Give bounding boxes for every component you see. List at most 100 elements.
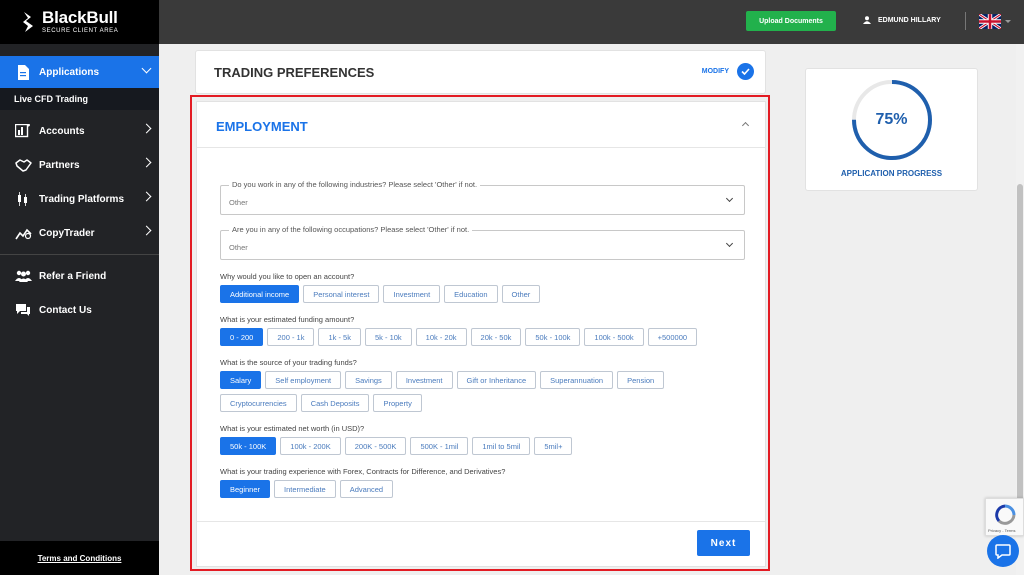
reason-options: Additional income Personal interest Invest… (220, 285, 544, 303)
topbar-divider (965, 12, 966, 30)
employment-title: EMPLOYMENT (216, 119, 308, 134)
funding-option[interactable]: 10k - 20k (415, 328, 467, 346)
funding-option[interactable]: 1k - 5k (318, 328, 361, 346)
source-option[interactable]: Gift or Inheritance (456, 371, 537, 389)
recaptcha-terms[interactable]: Privacy - Terms (988, 528, 1015, 533)
chevron-right-icon (141, 191, 152, 202)
funding-option[interactable]: 0 - 200 (220, 328, 264, 346)
source-option[interactable]: Property (373, 394, 422, 412)
recaptcha-icon (995, 504, 1016, 525)
accounts-icon (14, 122, 32, 140)
uk-flag-icon[interactable] (979, 14, 1001, 29)
candlestick-icon (14, 190, 32, 208)
net-worth-option[interactable]: 100k - 200K (280, 437, 341, 455)
reason-option[interactable]: Investment (383, 285, 441, 303)
handshake-icon (14, 156, 32, 174)
source-option[interactable]: Superannuation (540, 371, 614, 389)
sidebar-item-refer-a-friend[interactable]: Refer a Friend (0, 259, 159, 293)
sidebar-item-partners[interactable]: Partners (0, 148, 159, 182)
net-worth-option[interactable]: 1mil to 5mil (472, 437, 531, 455)
sidebar-item-label: Refer a Friend (39, 270, 107, 282)
funding-option[interactable]: +500000 (647, 328, 698, 346)
reason-question: Why would you like to open an account? (220, 272, 355, 281)
language-caret-icon[interactable] (1005, 20, 1011, 23)
sidebar-item-label: Applications (39, 66, 100, 78)
chevron-down-icon (141, 63, 152, 74)
chevron-right-icon (141, 123, 152, 134)
page-scrollbar[interactable] (1016, 44, 1024, 575)
chevron-up-icon[interactable] (741, 121, 750, 130)
progress-label: APPLICATION PROGRESS (840, 169, 943, 178)
sidebar-item-copytrader[interactable]: CopyTrader (0, 216, 159, 250)
user-name: EDMUND HILLARY (878, 16, 941, 24)
employment-highlight: EMPLOYMENT Do you work in any of the fol… (190, 95, 770, 571)
industries-select[interactable]: Do you work in any of the following indu… (220, 180, 745, 215)
terms-and-conditions-link[interactable]: Terms and Conditions (38, 554, 122, 563)
reason-option[interactable]: Additional income (220, 285, 300, 303)
top-bar: Upload Documents EDMUND HILLARY (159, 0, 1024, 44)
source-option[interactable]: Cryptocurrencies (220, 394, 297, 412)
sidebar-item-trading-platforms[interactable]: Trading Platforms (0, 182, 159, 216)
source-option[interactable]: Cash Deposits (300, 394, 370, 412)
scrollbar-thumb[interactable] (1017, 184, 1023, 534)
sidebar-divider (0, 254, 159, 255)
trading-preferences-title: TRADING PREFERENCES (214, 65, 375, 80)
chevron-down-icon (725, 194, 734, 203)
sidebar-footer: Terms and Conditions (0, 541, 159, 575)
brand-name: BlackBull (42, 8, 118, 27)
source-option[interactable]: Savings (345, 371, 392, 389)
upload-documents-button[interactable]: Upload Documents (746, 11, 836, 31)
reason-option[interactable]: Other (501, 285, 541, 303)
source-option[interactable]: Salary (220, 371, 262, 389)
user-menu[interactable]: EDMUND HILLARY (863, 16, 941, 24)
experience-option[interactable]: Beginner (220, 480, 271, 498)
copytrader-icon (14, 224, 32, 242)
industries-value: Other (229, 198, 248, 207)
sidebar-item-accounts[interactable]: Accounts (0, 114, 159, 148)
funding-options: 0 - 200 200 - 1k 1k - 5k 5k - 10k 10k - 20k 2… (220, 328, 701, 346)
chevron-down-icon (725, 239, 734, 248)
sidebar-item-label: Contact Us (39, 304, 92, 316)
modify-link[interactable]: MODIFY (702, 68, 729, 75)
next-button[interactable]: Next (697, 530, 750, 556)
employment-header[interactable]: EMPLOYMENT (197, 102, 765, 148)
source-option[interactable]: Pension (617, 371, 665, 389)
experience-option[interactable]: Intermediate (274, 480, 336, 498)
occupations-value: Other (229, 243, 248, 252)
sidebar-item-contact-us[interactable]: Contact Us (0, 293, 159, 327)
net-worth-option[interactable]: 50k - 100K (220, 437, 277, 455)
source-option[interactable]: Self employment (265, 371, 342, 389)
user-icon (863, 16, 871, 24)
funding-option[interactable]: 20k - 50k (470, 328, 522, 346)
chat-bubble-icon (995, 543, 1011, 559)
experience-option[interactable]: Advanced (339, 480, 394, 498)
chevron-right-icon (141, 225, 152, 236)
net-worth-question: What is your estimated net worth (in USD… (220, 424, 365, 433)
reason-option[interactable]: Education (444, 285, 498, 303)
sidebar-item-label: Trading Platforms (39, 193, 125, 205)
occupations-select[interactable]: Are you in any of the following occupati… (220, 225, 745, 260)
funding-option[interactable]: 50k - 100k (525, 328, 581, 346)
sidebar-subitem-live-cfd-trading[interactable]: Live CFD Trading (0, 88, 159, 110)
net-worth-option[interactable]: 200K - 500K (344, 437, 407, 455)
funding-option[interactable]: 100k - 500k (584, 328, 644, 346)
recaptcha-badge[interactable]: Privacy - Terms (985, 498, 1024, 536)
brand-logo[interactable]: BlackBull SECURE CLIENT AREA (0, 0, 159, 44)
application-progress-card: 75% APPLICATION PROGRESS (805, 68, 978, 191)
progress-percentage: 75% (875, 111, 908, 128)
funding-option[interactable]: 200 - 1k (267, 328, 315, 346)
sidebar: BlackBull SECURE CLIENT AREA Application… (0, 0, 159, 575)
net-worth-option[interactable]: 5mil+ (534, 437, 573, 455)
source-option[interactable]: Investment (395, 371, 453, 389)
net-worth-option[interactable]: 500K - 1mil (410, 437, 469, 455)
source-options-row-1: Salary Self employment Savings Investment Gi… (220, 371, 668, 389)
live-chat-button[interactable] (987, 535, 1019, 567)
employment-footer: Next (197, 521, 765, 566)
source-options-row-2: Cryptocurrencies Cash Deposits Property (220, 394, 426, 412)
reason-option[interactable]: Personal interest (303, 285, 380, 303)
sidebar-item-label: Accounts (39, 125, 85, 137)
sidebar-item-applications[interactable]: Applications (0, 56, 159, 88)
funding-option[interactable]: 5k - 10k (364, 328, 412, 346)
people-icon (14, 267, 32, 285)
sidebar-item-label: CopyTrader (39, 227, 95, 239)
